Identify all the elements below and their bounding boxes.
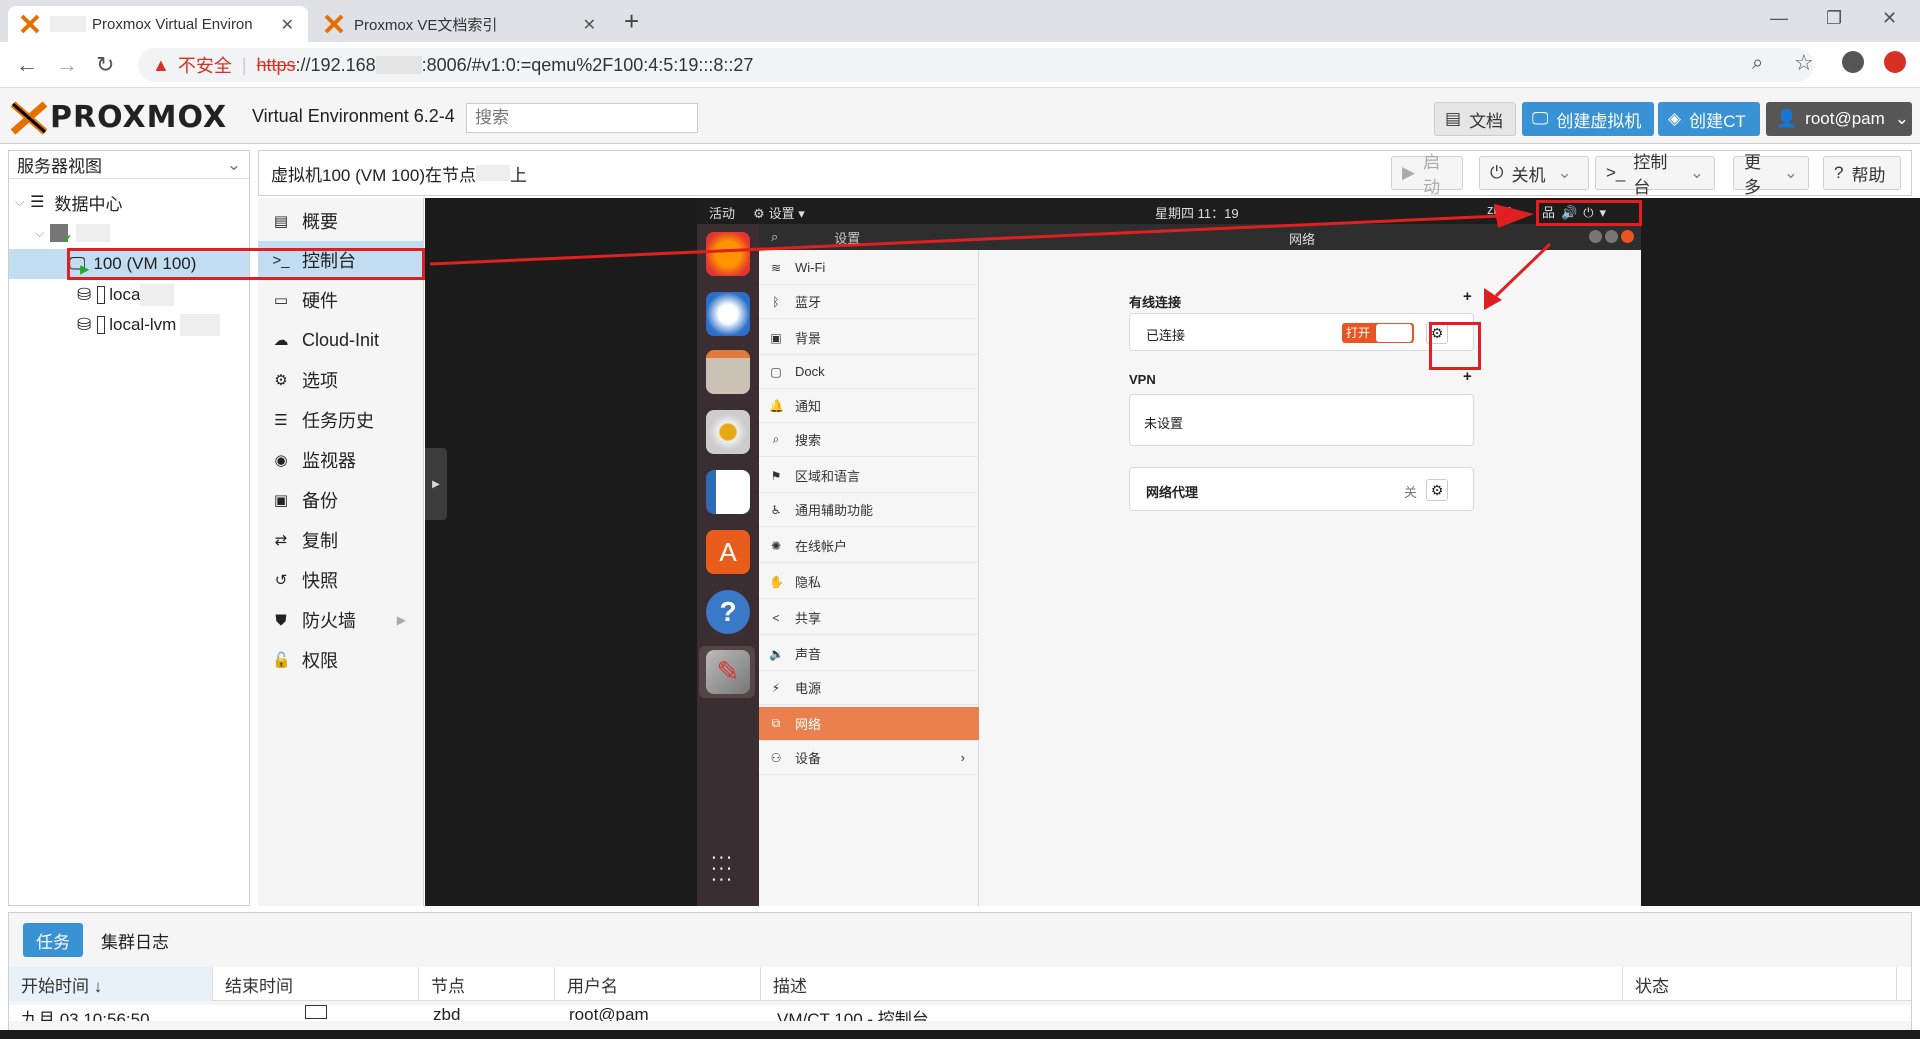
- taskbar-edge: [0, 1030, 1920, 1039]
- column-status[interactable]: 状态: [1623, 967, 1897, 1001]
- column-node[interactable]: 节点: [419, 967, 555, 1001]
- column-description[interactable]: 描述: [761, 967, 1623, 1001]
- monitor-icon: [305, 1005, 327, 1019]
- tab-tasks[interactable]: 任务: [23, 923, 83, 957]
- annotation-arrows: [429, 204, 1552, 310]
- column-end-time[interactable]: 结束时间: [213, 967, 419, 1001]
- table-row[interactable]: 九月 03 10:56:50 zbd root@pam VM/CT 100 - …: [9, 1005, 1911, 1021]
- tab-cluster-log[interactable]: 集群日志: [101, 923, 169, 957]
- task-panel: 任务 集群日志 开始时间 ↓ 结束时间 节点 用户名 描述 状态 九月 03 1…: [8, 912, 1912, 1039]
- annotation-line: [1494, 242, 1552, 298]
- annotation-line: [429, 214, 1501, 266]
- column-start-time[interactable]: 开始时间 ↓: [9, 967, 213, 1001]
- column-user[interactable]: 用户名: [555, 967, 761, 1001]
- annotation-arrowhead: [1494, 204, 1534, 228]
